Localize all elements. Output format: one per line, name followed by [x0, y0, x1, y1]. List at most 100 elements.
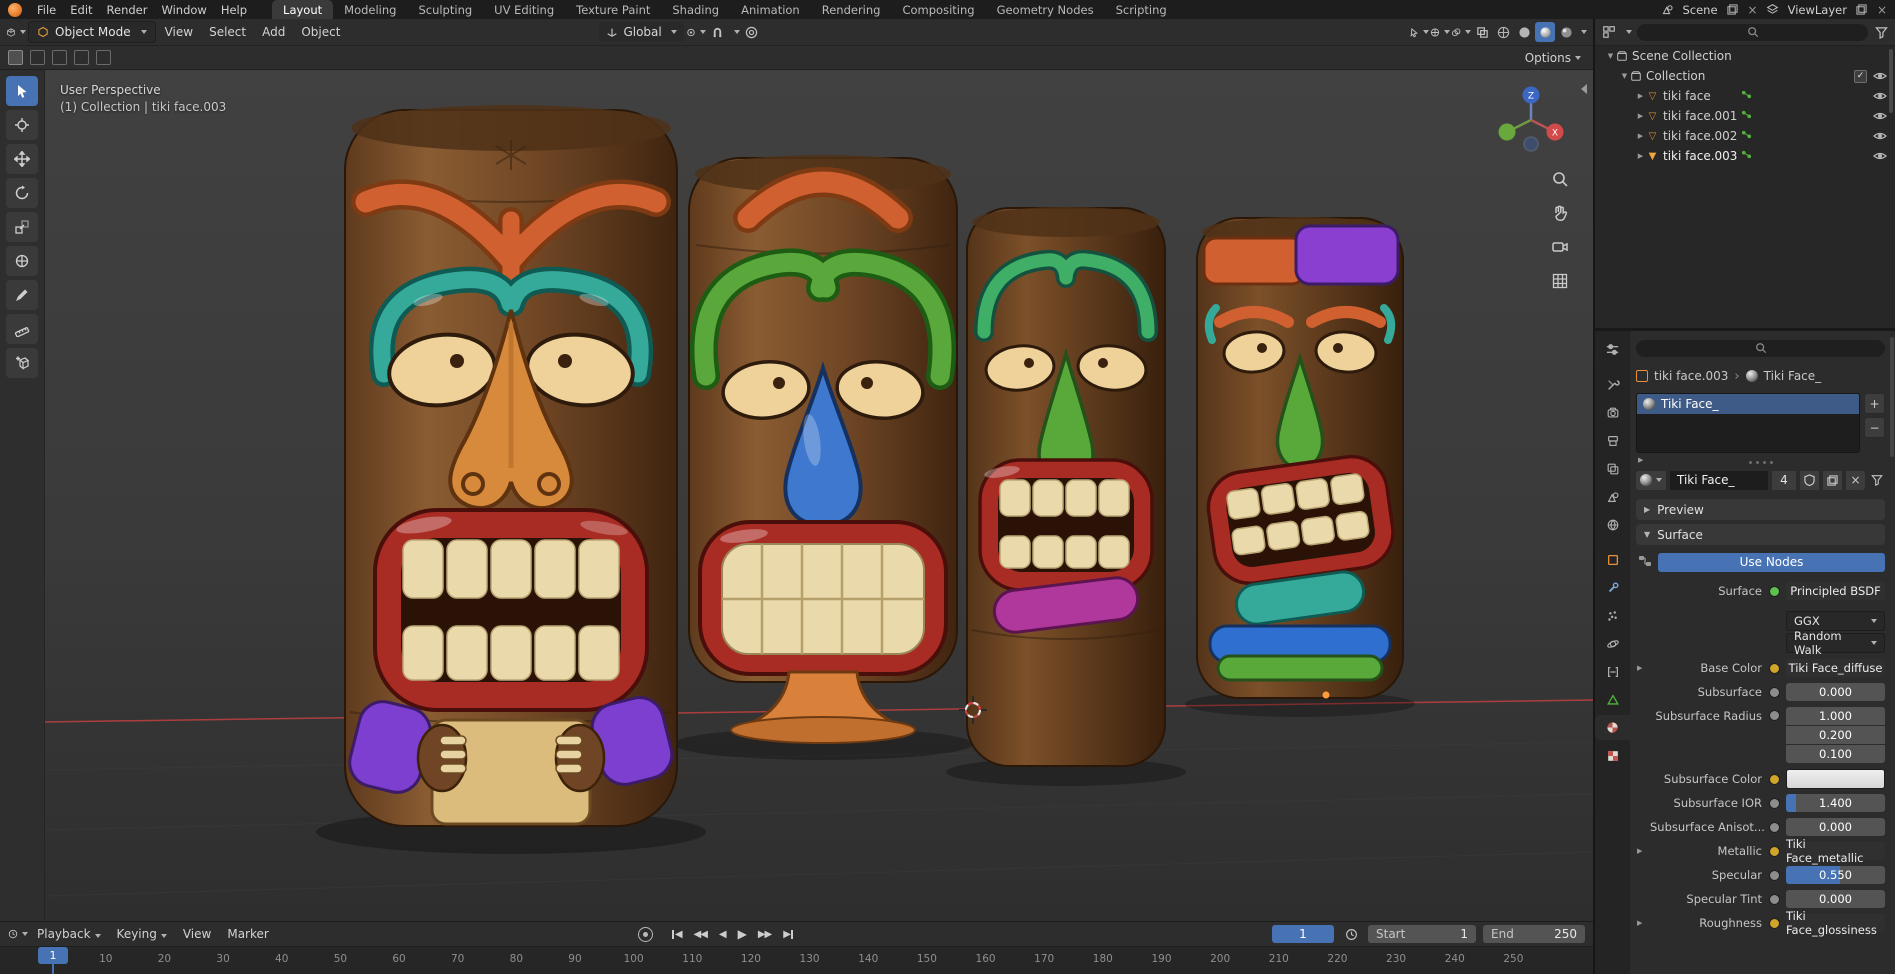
next-keyframe-button[interactable]: ▶▶	[758, 929, 772, 940]
outliner-row-scene-collection[interactable]: ▼ Scene Collection	[1595, 46, 1895, 66]
subsurface-radius-x-field[interactable]: 1.000	[1786, 706, 1885, 725]
sidebar-toggle-arrow[interactable]	[1581, 84, 1587, 94]
eye-icon[interactable]	[1873, 71, 1887, 81]
disclosure-icon[interactable]: ▼	[1619, 72, 1630, 80]
workspace-tab-modeling[interactable]: Modeling	[333, 0, 407, 19]
surface-shader-field[interactable]: Principled BSDF	[1786, 582, 1885, 600]
pan-hand-icon[interactable]	[1551, 204, 1569, 225]
subsurface-radius-y-field[interactable]: 0.200	[1786, 725, 1885, 744]
menu-add[interactable]: Add	[255, 25, 292, 39]
tab-constraints[interactable]	[1595, 659, 1630, 684]
orthographic-grid-icon[interactable]	[1551, 272, 1569, 293]
selectability-dropdown[interactable]	[1409, 22, 1429, 42]
expand-icon[interactable]: ▶	[1637, 847, 1642, 855]
overlays-dropdown[interactable]	[1451, 22, 1471, 42]
outliner-scrollbar[interactable]	[1889, 49, 1893, 113]
menu-select[interactable]: Select	[202, 25, 253, 39]
workspace-tab-sculpting[interactable]: Sculpting	[407, 0, 483, 19]
current-frame-field[interactable]: 1	[1272, 925, 1334, 943]
tab-object-data[interactable]	[1595, 687, 1630, 712]
unlink-material-icon[interactable]: ×	[1846, 470, 1865, 490]
tiki-model-2[interactable]	[688, 155, 958, 744]
workspace-tab-animation[interactable]: Animation	[730, 0, 811, 19]
tool-select-box[interactable]	[6, 76, 38, 106]
outliner-search-input[interactable]	[1637, 23, 1868, 41]
outliner-row-object[interactable]: ▶ ▽ tiki face.002	[1595, 126, 1895, 146]
frame-end-field[interactable]: End 250	[1483, 925, 1585, 943]
timeline-editor-icon[interactable]	[8, 924, 28, 944]
properties-scrollbar[interactable]	[1890, 337, 1894, 457]
shading-rendered-icon[interactable]	[1556, 22, 1576, 42]
viewport[interactable]: User Perspective (1) Collection | tiki f…	[0, 70, 1593, 921]
zoom-icon[interactable]	[1551, 170, 1569, 191]
menu-marker[interactable]: Marker	[220, 927, 275, 941]
tab-material[interactable]	[1595, 715, 1630, 740]
outliner-row-object[interactable]: ▶ ▽ tiki face	[1595, 86, 1895, 106]
tab-view-layer[interactable]	[1595, 456, 1630, 481]
disclosure-icon[interactable]: ▼	[1605, 52, 1616, 60]
slot-list-grip[interactable]: ▶	[1636, 455, 1885, 465]
new-material-icon[interactable]	[1823, 470, 1842, 490]
material-slot-active[interactable]: Tiki Face_	[1637, 394, 1859, 414]
use-preview-range-icon[interactable]	[1341, 924, 1361, 944]
outliner-row-object-active[interactable]: ▶ ▼ tiki face.003	[1595, 146, 1895, 166]
new-view-layer-icon[interactable]	[1852, 0, 1872, 20]
tool-add-cube[interactable]	[6, 348, 38, 378]
menu-render[interactable]: Render	[100, 3, 155, 17]
xray-toggle-icon[interactable]	[1472, 22, 1492, 42]
outliner-row-object[interactable]: ▶ ▽ tiki face.001	[1595, 106, 1895, 126]
shading-dropdown-icon[interactable]	[1581, 30, 1587, 34]
tab-output[interactable]	[1595, 428, 1630, 453]
workspace-tab-rendering[interactable]: Rendering	[811, 0, 892, 19]
tool-annotate[interactable]	[6, 280, 38, 310]
frame-start-field[interactable]: Start 1	[1368, 925, 1476, 943]
menu-object[interactable]: Object	[294, 25, 347, 39]
timeline-ruler[interactable]: 1 10 20 30 40 50 60 70 80 90 100 110 120 130 140 150 16…	[0, 947, 1593, 974]
new-scene-icon[interactable]	[1723, 0, 1743, 20]
material-slot-list[interactable]: Tiki Face_	[1636, 393, 1860, 453]
shading-material-preview-icon[interactable]	[1535, 22, 1555, 42]
play-reverse-button[interactable]: ◀	[719, 929, 727, 940]
menu-help[interactable]: Help	[214, 3, 254, 17]
roughness-field[interactable]: Tiki Face_glossiness	[1786, 909, 1885, 937]
tool-rotate[interactable]	[6, 178, 38, 208]
properties-editor-icon[interactable]	[1595, 337, 1630, 362]
browse-material-dropdown[interactable]	[1636, 470, 1666, 490]
tab-tool[interactable]	[1595, 372, 1630, 397]
tiki-model-3[interactable]	[966, 207, 1166, 767]
expand-icon[interactable]: ▶	[1637, 919, 1642, 927]
add-material-slot-button[interactable]: +	[1864, 393, 1885, 414]
tool-transform[interactable]	[6, 246, 38, 276]
select-mode-subtract-icon[interactable]	[52, 50, 67, 65]
menu-timeline-view[interactable]: View	[176, 927, 218, 941]
tab-object[interactable]	[1595, 547, 1630, 572]
select-mode-invert-icon[interactable]	[74, 50, 89, 65]
menu-view[interactable]: View	[158, 25, 200, 39]
eye-icon[interactable]	[1873, 151, 1887, 161]
select-mode-extend-icon[interactable]	[30, 50, 45, 65]
camera-view-icon[interactable]	[1551, 238, 1569, 259]
specular-slider[interactable]: 0.550	[1786, 866, 1885, 884]
transform-orientation-dropdown[interactable]: Global	[599, 22, 684, 42]
tool-scale[interactable]	[6, 212, 38, 242]
tab-physics[interactable]	[1595, 631, 1630, 656]
workspace-tab-shading[interactable]: Shading	[661, 0, 730, 19]
shading-wireframe-icon[interactable]	[1493, 22, 1513, 42]
disclosure-icon[interactable]: ▶	[1635, 112, 1646, 120]
eye-icon[interactable]	[1873, 111, 1887, 121]
remove-material-slot-button[interactable]: −	[1864, 417, 1885, 438]
breadcrumb-material[interactable]: Tiki Face_	[1764, 369, 1822, 383]
timeline-playhead[interactable]: 1	[38, 947, 68, 974]
tool-measure[interactable]	[6, 314, 38, 344]
specular-tint-slider[interactable]: 0.000	[1786, 890, 1885, 908]
subsurface-method-dropdown[interactable]: Random Walk	[1786, 629, 1885, 657]
select-mode-intersect-icon[interactable]	[96, 50, 111, 65]
scene-name[interactable]: Scene	[1682, 3, 1717, 17]
panel-preview[interactable]: ▶ Preview	[1636, 499, 1885, 520]
menu-window[interactable]: Window	[154, 3, 213, 17]
disclosure-icon[interactable]: ▶	[1635, 152, 1646, 160]
tab-world[interactable]	[1595, 512, 1630, 537]
menu-keying[interactable]: Keying	[110, 927, 174, 941]
workspace-tab-compositing[interactable]: Compositing	[891, 0, 985, 19]
outliner-row-collection[interactable]: ▼ Collection ✓	[1595, 66, 1895, 86]
